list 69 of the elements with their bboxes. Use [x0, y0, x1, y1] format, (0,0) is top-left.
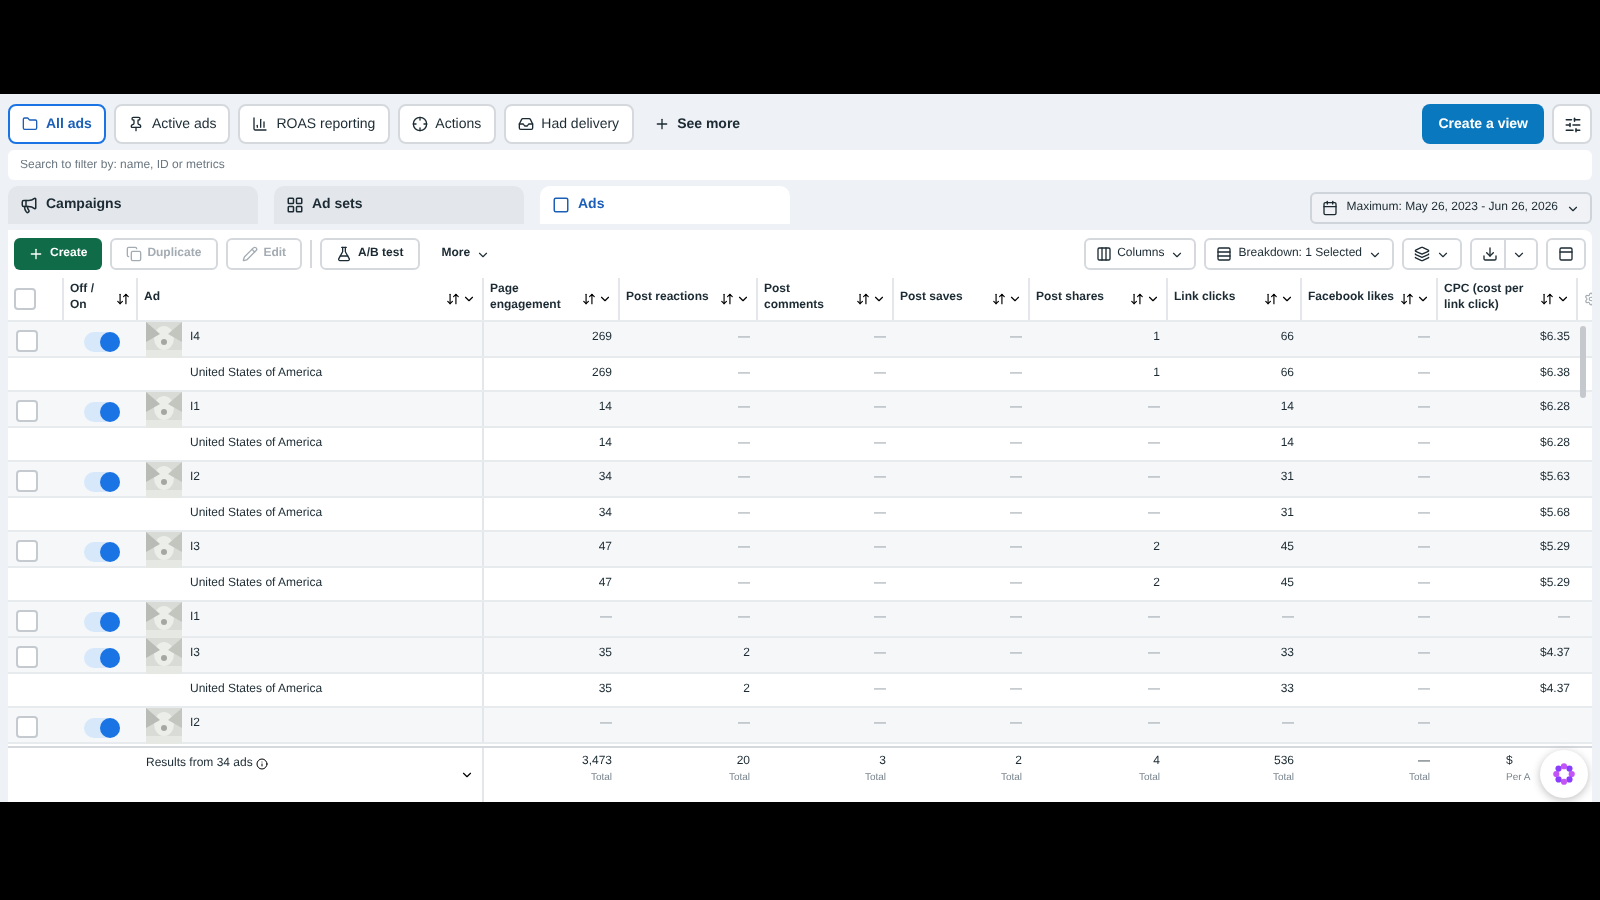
caret-icon — [1368, 247, 1382, 261]
sort-icon[interactable] — [1400, 292, 1414, 306]
columns-icon — [1095, 246, 1112, 262]
copy-icon — [125, 246, 142, 262]
row-checkbox[interactable] — [16, 540, 38, 562]
caret-icon — [1512, 247, 1526, 261]
sort-icon[interactable] — [1264, 292, 1278, 306]
sort-icon[interactable] — [992, 292, 1006, 306]
toggle-switch[interactable] — [83, 718, 119, 738]
toggle-switch[interactable] — [83, 612, 119, 632]
sort-icon[interactable] — [116, 292, 130, 306]
caret-icon[interactable] — [1008, 292, 1022, 306]
toggle-switch[interactable] — [83, 332, 119, 352]
caret-icon[interactable] — [1416, 292, 1430, 306]
caret-icon[interactable] — [1280, 292, 1294, 306]
info-icon[interactable] — [256, 758, 269, 770]
inbox-icon — [517, 116, 534, 132]
caret-icon — [1436, 247, 1450, 261]
chart-toggle-button[interactable] — [1546, 238, 1586, 270]
reports-dropdown[interactable] — [1402, 238, 1462, 270]
scrollbar[interactable] — [1580, 326, 1586, 398]
toggle-switch[interactable] — [83, 402, 119, 422]
row-checkbox[interactable] — [16, 646, 38, 668]
target-icon — [411, 116, 428, 132]
row-checkbox[interactable] — [16, 400, 38, 422]
pencil-icon — [241, 246, 258, 262]
row-checkbox[interactable] — [16, 330, 38, 352]
flower-icon — [1552, 760, 1576, 788]
caret-icon — [1170, 247, 1185, 261]
sort-icon[interactable] — [1130, 292, 1144, 306]
caret-icon[interactable] — [460, 768, 474, 782]
customize-button[interactable] — [1552, 104, 1592, 144]
calendar-icon — [1322, 200, 1339, 216]
layers-icon — [1414, 246, 1430, 262]
plus-icon — [28, 246, 44, 262]
sort-icon[interactable] — [856, 292, 870, 306]
rows-icon — [1216, 246, 1233, 262]
square-icon — [552, 196, 570, 214]
toggle-switch[interactable] — [83, 542, 119, 562]
grid-icon — [286, 196, 304, 214]
assistant-button[interactable] — [1540, 750, 1588, 798]
download-icon — [1482, 246, 1498, 262]
row-checkbox[interactable] — [16, 470, 38, 492]
folder-icon — [22, 116, 38, 132]
toggle-switch[interactable] — [83, 648, 119, 668]
sort-icon[interactable] — [446, 292, 460, 306]
flask-icon — [336, 246, 353, 262]
sliders-icon — [1563, 115, 1581, 133]
panel-icon — [1558, 246, 1574, 262]
row-checkbox[interactable] — [16, 716, 38, 738]
megaphone-icon — [20, 196, 38, 214]
sort-icon[interactable] — [1540, 292, 1554, 306]
sort-icon[interactable] — [582, 292, 596, 306]
plus-icon — [653, 116, 670, 132]
toggle-switch[interactable] — [83, 472, 119, 492]
bar-chart-icon — [252, 116, 269, 132]
sort-icon[interactable] — [720, 292, 734, 306]
export-button[interactable] — [1470, 238, 1538, 270]
caret-icon[interactable] — [872, 292, 886, 306]
caret-icon[interactable] — [1556, 292, 1570, 306]
pin-icon — [127, 116, 144, 132]
caret-icon[interactable] — [598, 292, 612, 306]
caret-icon[interactable] — [462, 292, 476, 306]
row-checkbox[interactable] — [16, 610, 38, 632]
caret-icon[interactable] — [1146, 292, 1160, 306]
caret-icon — [1566, 201, 1580, 215]
caret-icon — [476, 247, 491, 261]
caret-icon[interactable] — [736, 292, 750, 306]
select-all-checkbox[interactable] — [14, 288, 36, 310]
